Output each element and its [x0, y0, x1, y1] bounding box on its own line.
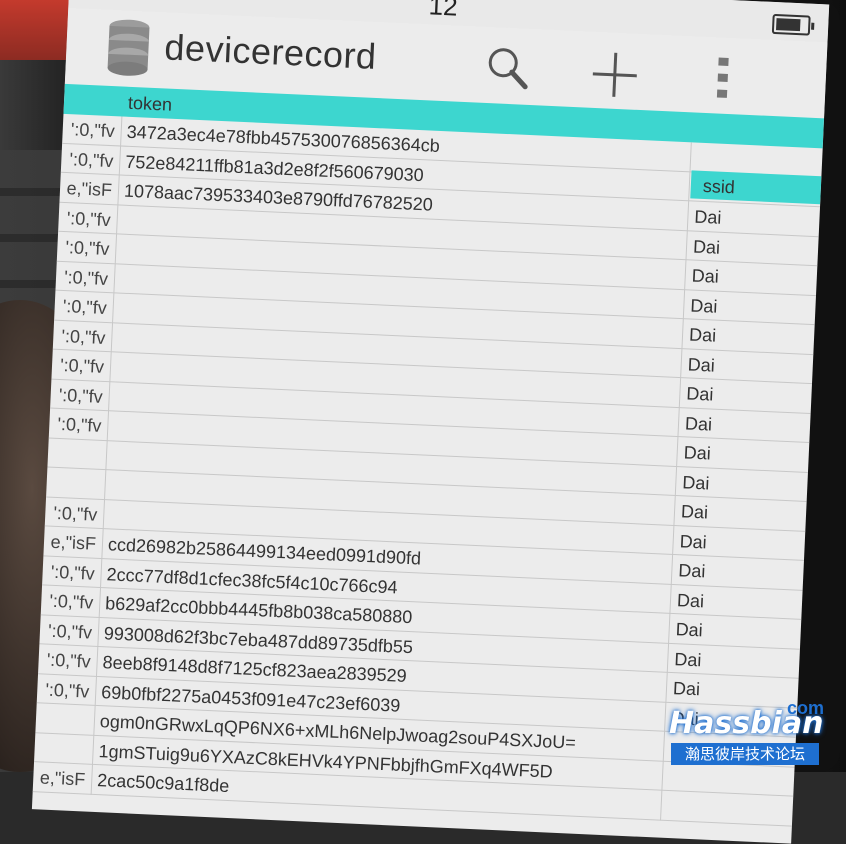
app-title: devicerecord — [163, 26, 378, 77]
cell-ssid[interactable]: Dai — [689, 324, 780, 349]
cell-ssid[interactable]: Dai — [690, 295, 781, 320]
cell-left[interactable]: ':0,"fv — [45, 502, 98, 525]
status-time: 12 — [428, 0, 459, 22]
cell-ssid[interactable]: Dai — [694, 207, 785, 232]
search-icon[interactable] — [485, 45, 531, 91]
cell-ssid[interactable] — [698, 148, 788, 152]
cell-ssid[interactable]: Dai — [679, 531, 770, 556]
cell-left[interactable] — [49, 443, 101, 445]
cell-ssid[interactable]: Dai — [681, 501, 772, 526]
cell-left[interactable]: ':0,"fv — [49, 414, 102, 437]
cell-ssid[interactable] — [668, 796, 758, 800]
watermark: com Hassbian 瀚思彼岸技术论坛 — [669, 698, 824, 768]
watermark-brand: Hassbian — [669, 706, 824, 741]
cell-ssid[interactable]: Dai — [678, 560, 769, 585]
cell-left[interactable]: ':0,"fv — [40, 620, 93, 643]
cell-left[interactable]: ':0,"fv — [56, 266, 109, 289]
cell-ssid[interactable]: Dai — [675, 619, 766, 644]
cell-left[interactable]: ':0,"fv — [57, 237, 110, 260]
cell-left[interactable]: ':0,"fv — [62, 119, 115, 142]
cell-ssid[interactable]: Dai — [691, 266, 782, 291]
cell-left[interactable]: ':0,"fv — [41, 590, 94, 613]
cell-left[interactable]: ':0,"fv — [54, 296, 107, 319]
cell-ssid[interactable]: Dai — [674, 649, 765, 674]
more-vertical-icon[interactable] — [715, 55, 731, 100]
cell-ssid[interactable]: Dai — [686, 383, 777, 408]
cell-left[interactable]: e,"isF — [33, 767, 85, 790]
cell-left[interactable] — [35, 738, 87, 740]
plus-icon[interactable] — [590, 50, 640, 100]
cell-left[interactable]: ':0,"fv — [42, 561, 95, 584]
cell-left[interactable]: e,"isF — [60, 178, 112, 201]
database-icon — [107, 19, 150, 76]
cell-left[interactable] — [36, 708, 88, 710]
cell-ssid[interactable]: Dai — [687, 354, 778, 379]
cell-left[interactable]: ':0,"fv — [50, 384, 103, 407]
cell-ssid[interactable]: Dai — [682, 472, 773, 497]
cell-left[interactable] — [47, 472, 99, 474]
cell-left[interactable]: ':0,"fv — [52, 355, 105, 378]
battery-icon — [771, 13, 811, 36]
cell-left[interactable]: ':0,"fv — [37, 679, 90, 702]
cell-ssid[interactable]: Dai — [677, 590, 768, 615]
column-header-token[interactable]: token — [128, 93, 173, 116]
cell-left[interactable]: ':0,"fv — [38, 649, 91, 672]
cell-ssid[interactable]: Dai — [683, 442, 774, 467]
cell-left[interactable]: e,"isF — [44, 531, 96, 554]
cell-left[interactable]: ':0,"fv — [53, 325, 106, 348]
column-header-ssid[interactable]: ssid — [690, 170, 822, 205]
cell-ssid[interactable]: Dai — [685, 413, 776, 438]
watermark-tagline: 瀚思彼岸技术论坛 — [671, 743, 819, 765]
cell-left[interactable]: ':0,"fv — [58, 207, 111, 230]
cell-left[interactable]: ':0,"fv — [61, 148, 114, 171]
cell-ssid[interactable]: Dai — [693, 236, 784, 261]
